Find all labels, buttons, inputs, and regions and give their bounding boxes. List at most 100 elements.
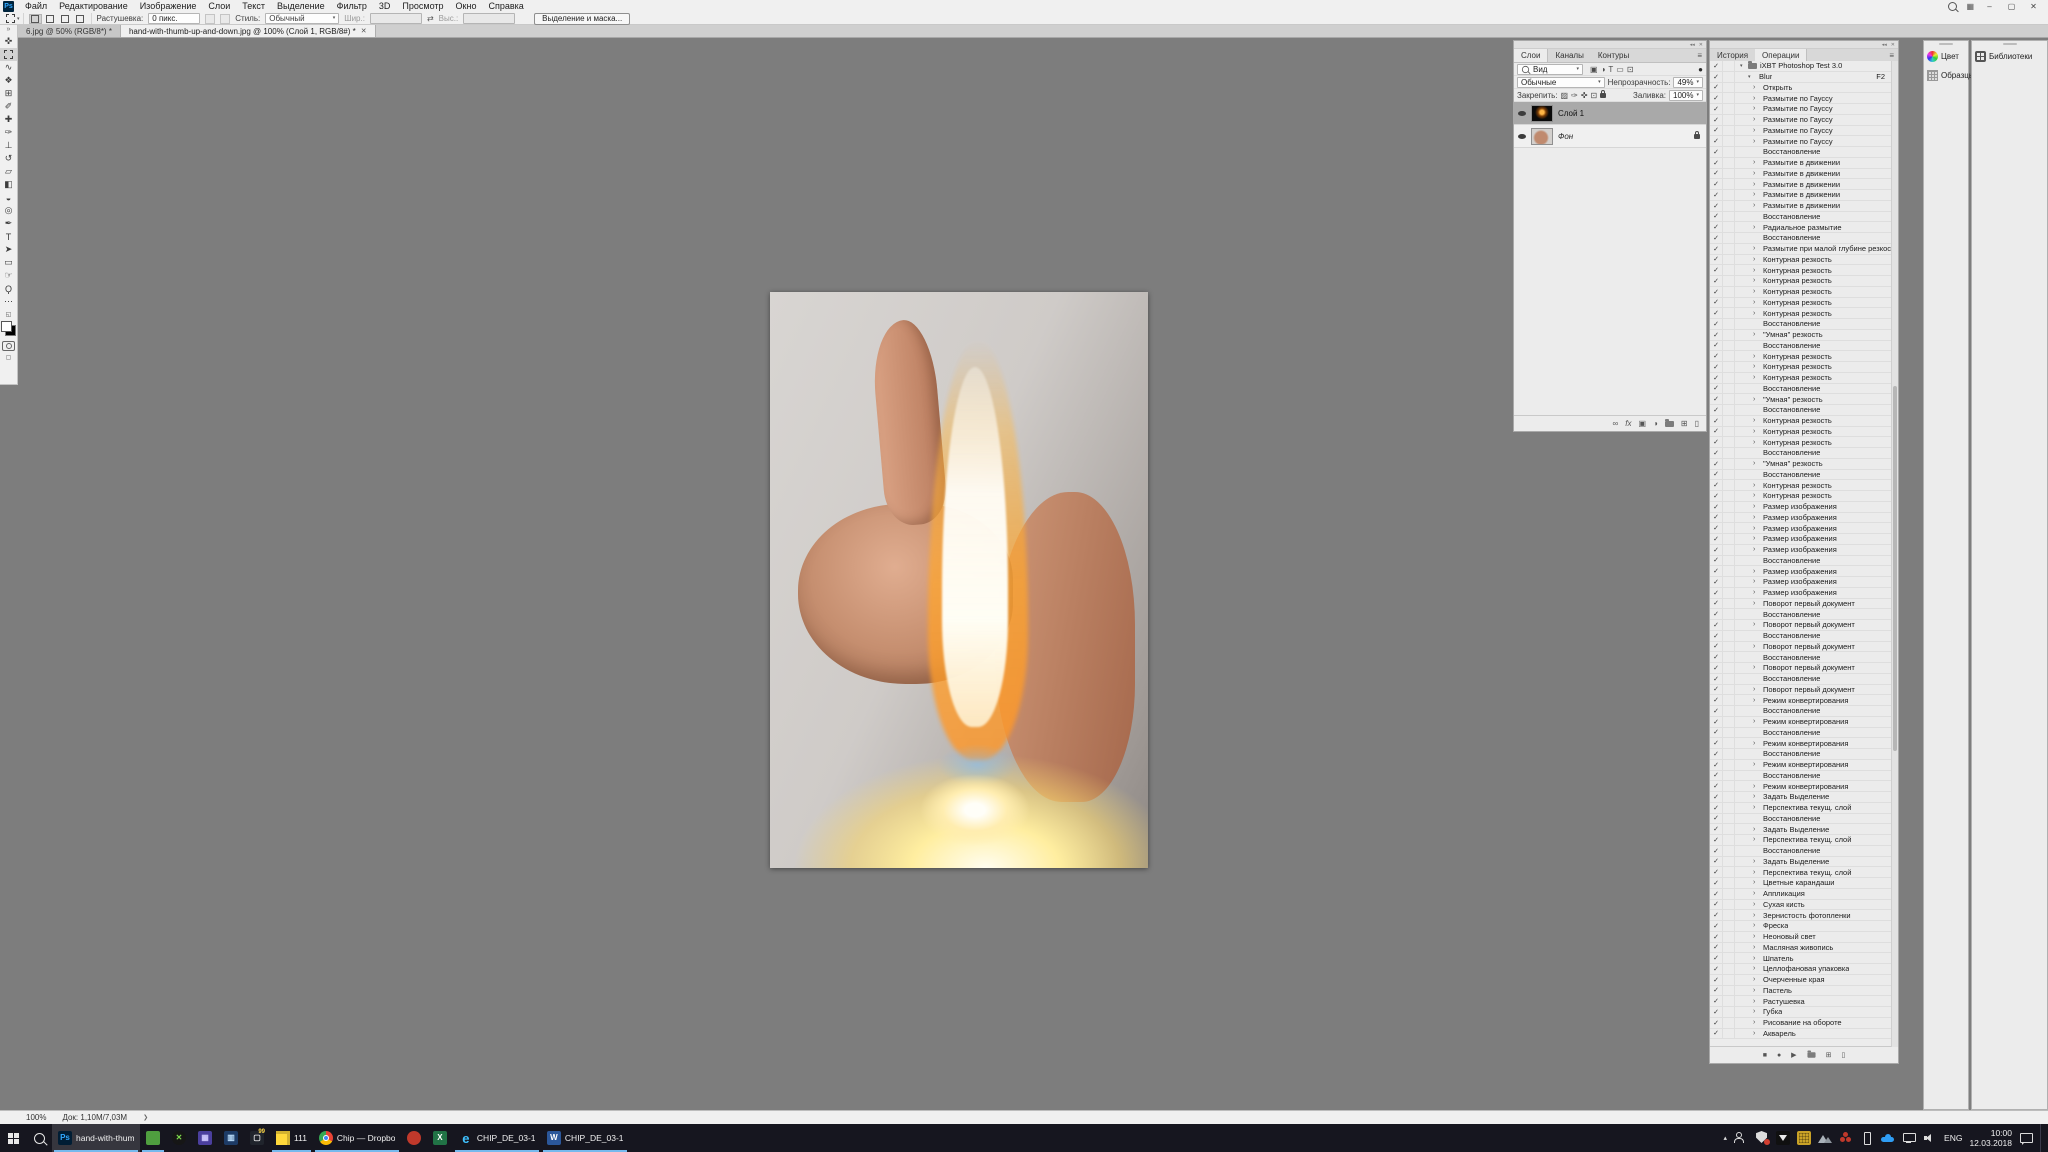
expand-arrow-icon[interactable]	[1753, 740, 1760, 747]
taskbar-app-photoshop[interactable]: Ps hand-with-thumb-u...	[52, 1124, 140, 1152]
action-set-row[interactable]: iXBT Photoshop Test 3.0	[1710, 61, 1898, 72]
modal-toggle[interactable]	[1723, 373, 1735, 383]
include-checkbox[interactable]	[1710, 663, 1723, 673]
action-command-row[interactable]: Размытие в движении	[1710, 201, 1898, 212]
modal-toggle[interactable]	[1723, 943, 1735, 953]
expand-arrow-icon[interactable]	[1753, 761, 1760, 768]
modal-toggle[interactable]	[1723, 384, 1735, 394]
play-button[interactable]: ▶	[1791, 1051, 1796, 1059]
include-checkbox[interactable]	[1710, 384, 1723, 394]
action-command-row[interactable]: Очерченные края	[1710, 975, 1898, 986]
include-checkbox[interactable]	[1710, 556, 1723, 566]
expand-arrow-icon[interactable]	[1753, 256, 1760, 263]
action-command-row[interactable]: Размер изображения	[1710, 566, 1898, 577]
quick-selection-tool[interactable]: ❖	[0, 74, 17, 87]
modal-toggle[interactable]	[1723, 760, 1735, 770]
filter-toggle-icon[interactable]: ●	[1698, 65, 1703, 74]
action-command-row[interactable]: Целлофановая упаковка	[1710, 964, 1898, 975]
delete-layer-icon[interactable]: ▯	[1695, 419, 1699, 428]
action-command-row[interactable]: Цветные карандаши	[1710, 878, 1898, 889]
expand-arrow-icon[interactable]	[1753, 245, 1760, 252]
panel-menu-icon[interactable]: ≡	[1693, 49, 1706, 62]
modal-toggle[interactable]	[1723, 932, 1735, 942]
collapse-panels-icon[interactable]: ◂◂	[1882, 42, 1887, 48]
include-checkbox[interactable]	[1710, 341, 1723, 351]
include-checkbox[interactable]	[1710, 491, 1723, 501]
modal-toggle[interactable]	[1723, 964, 1735, 974]
action-command-row[interactable]: Восстановление	[1710, 470, 1898, 481]
lock-transparency-icon[interactable]: ▨	[1561, 91, 1569, 100]
action-command-row[interactable]: Размер изображения	[1710, 588, 1898, 599]
action-command-row[interactable]: Фреска	[1710, 921, 1898, 932]
include-checkbox[interactable]	[1710, 308, 1723, 318]
action-command-row[interactable]: Контурная резкость	[1710, 265, 1898, 276]
action-command-row[interactable]: Восстановление	[1710, 405, 1898, 416]
expand-arrow-icon[interactable]	[1753, 976, 1760, 983]
include-checkbox[interactable]	[1710, 566, 1723, 576]
include-checkbox[interactable]	[1710, 728, 1723, 738]
modal-toggle[interactable]	[1723, 255, 1735, 265]
modal-toggle[interactable]	[1723, 652, 1735, 662]
include-checkbox[interactable]	[1710, 889, 1723, 899]
taskbar-app-excel[interactable]: X	[427, 1124, 453, 1152]
expand-arrow-icon[interactable]	[1753, 546, 1760, 553]
action-row[interactable]: Blur F2	[1710, 72, 1898, 83]
modal-toggle[interactable]	[1723, 470, 1735, 480]
menu-item[interactable]: Текст	[236, 0, 271, 13]
modal-toggle[interactable]	[1723, 126, 1735, 136]
expand-arrow-icon[interactable]	[1753, 987, 1760, 994]
action-command-row[interactable]: Режим конвертирования	[1710, 695, 1898, 706]
include-checkbox[interactable]	[1710, 373, 1723, 383]
modal-toggle[interactable]	[1723, 276, 1735, 286]
include-checkbox[interactable]	[1710, 620, 1723, 630]
action-command-row[interactable]: Восстановление	[1710, 233, 1898, 244]
new-set-button[interactable]	[1807, 1052, 1815, 1057]
clock[interactable]: 10:00 12.03.2018	[1969, 1128, 2012, 1148]
include-checkbox[interactable]	[1710, 158, 1723, 168]
default-colors-icon[interactable]: ◱	[0, 311, 17, 318]
visibility-eye-icon[interactable]	[1518, 111, 1526, 116]
include-checkbox[interactable]	[1710, 83, 1723, 93]
people-icon[interactable]	[1734, 1131, 1748, 1145]
delete-action-button[interactable]: ▯	[1841, 1051, 1845, 1059]
action-command-row[interactable]: Размытие по Гауссу	[1710, 93, 1898, 104]
modal-toggle[interactable]	[1723, 212, 1735, 222]
action-command-row[interactable]: Размытие по Гауссу	[1710, 126, 1898, 137]
action-command-row[interactable]: Восстановление	[1710, 556, 1898, 567]
crop-tool[interactable]: ⊞	[0, 87, 17, 100]
filter-adjustment-layers-icon[interactable]: ◑	[1601, 65, 1606, 74]
layer-thumbnail[interactable]	[1531, 128, 1553, 145]
close-panel-icon[interactable]: ✕	[1891, 42, 1895, 48]
include-checkbox[interactable]	[1710, 760, 1723, 770]
dock-panel-libraries[interactable]: Библиотеки	[1972, 47, 2047, 66]
swap-dimensions-icon[interactable]: ⇄	[427, 14, 434, 23]
dock-panel-color[interactable]: Цвет	[1924, 47, 1968, 66]
action-command-row[interactable]: Восстановление	[1710, 706, 1898, 717]
rectangular-marquee-tool[interactable]	[0, 48, 17, 61]
modal-toggle[interactable]	[1723, 147, 1735, 157]
modal-toggle[interactable]	[1723, 169, 1735, 179]
include-checkbox[interactable]	[1710, 771, 1723, 781]
minimize-button[interactable]: –	[1983, 2, 1996, 11]
layer-thumbnail[interactable]	[1531, 105, 1553, 122]
modal-toggle[interactable]	[1723, 298, 1735, 308]
expand-arrow-icon[interactable]	[1753, 578, 1760, 585]
close-panel-icon[interactable]: ✕	[1699, 42, 1703, 48]
include-checkbox[interactable]	[1710, 835, 1723, 845]
include-checkbox[interactable]	[1710, 93, 1723, 103]
include-checkbox[interactable]	[1710, 975, 1723, 985]
expand-arrow-icon[interactable]	[1753, 525, 1760, 532]
action-command-row[interactable]: Контурная резкость	[1710, 427, 1898, 438]
expand-arrow-icon[interactable]	[1753, 836, 1760, 843]
expand-arrow-icon[interactable]	[1753, 181, 1760, 188]
action-command-row[interactable]: Режим конвертирования	[1710, 738, 1898, 749]
menu-item[interactable]: Выделение	[271, 0, 331, 13]
modal-toggle[interactable]	[1723, 1029, 1735, 1039]
include-checkbox[interactable]	[1710, 792, 1723, 802]
expand-arrow-icon[interactable]	[1753, 267, 1760, 274]
modal-toggle[interactable]	[1723, 308, 1735, 318]
expand-caret-icon[interactable]	[1740, 63, 1748, 69]
include-checkbox[interactable]	[1710, 878, 1723, 888]
include-checkbox[interactable]	[1710, 523, 1723, 533]
expand-arrow-icon[interactable]	[1753, 998, 1760, 1005]
